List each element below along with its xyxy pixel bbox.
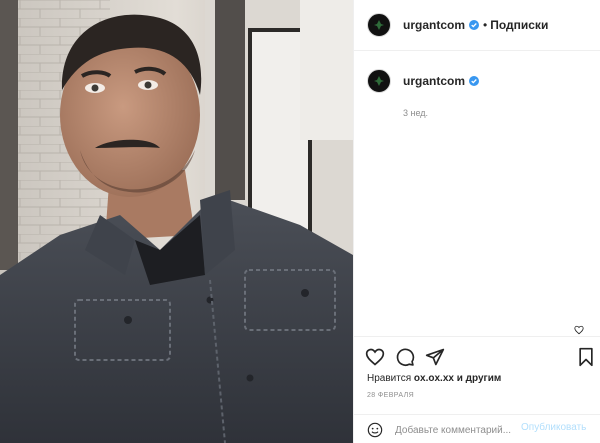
avatar-logo-icon: [374, 20, 384, 30]
caption-row: urgantcom: [367, 66, 587, 96]
verified-badge-icon: [469, 76, 480, 86]
avatar[interactable]: [367, 13, 391, 37]
comment-like-heart-icon[interactable]: [574, 325, 584, 335]
bookmark-icon[interactable]: [576, 347, 596, 367]
comment-input[interactable]: [395, 421, 517, 439]
likes-others-link[interactable]: и другим: [457, 373, 502, 384]
paper-plane-icon[interactable]: [425, 347, 445, 367]
comment-icon[interactable]: [395, 347, 415, 367]
publish-button[interactable]: Опубликовать: [521, 422, 586, 433]
likes-prefix: Нравится: [367, 373, 412, 384]
avatar-logo-icon: [374, 76, 384, 86]
comment-bar: Опубликовать: [354, 414, 600, 443]
post-date[interactable]: 28 ФЕВРАЛЯ: [367, 392, 414, 399]
likes-user-link[interactable]: ox.ox.xx: [414, 373, 454, 384]
post-header: urgantcom • Подписки: [354, 0, 600, 51]
caption-username[interactable]: urgantcom: [403, 74, 465, 88]
caption-avatar[interactable]: [367, 69, 391, 93]
heart-icon[interactable]: [365, 347, 385, 367]
caption-time-ago[interactable]: 3 нед.: [403, 108, 428, 118]
post-photo[interactable]: [0, 0, 353, 443]
separator-dot: •: [483, 18, 488, 32]
following-button[interactable]: Подписки: [490, 18, 548, 32]
smile-icon[interactable]: [367, 422, 383, 438]
header-username[interactable]: urgantcom: [403, 18, 465, 32]
actions-bar: [354, 336, 600, 374]
post-side-panel: urgantcom • Подписки urgantcom 3 нед. Нр…: [353, 0, 600, 443]
verified-badge-icon: [469, 20, 480, 30]
likes-summary: Нравится ox.ox.xx и другим: [367, 373, 501, 384]
post-photo-image: [0, 0, 353, 443]
